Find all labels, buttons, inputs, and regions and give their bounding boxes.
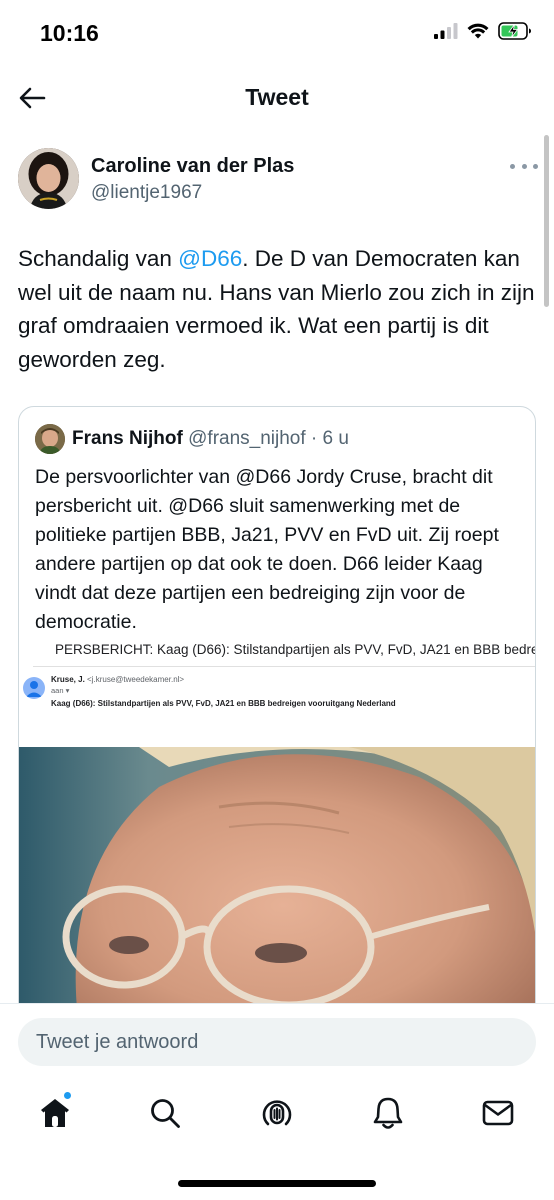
- quoted-tweet[interactable]: Frans Nijhof @frans_nijhof · 6 u De pers…: [18, 406, 536, 1026]
- quoted-time: 6 u: [322, 428, 349, 449]
- scrollbar[interactable]: [544, 135, 549, 307]
- notification-dot: [63, 1091, 72, 1100]
- author-name[interactable]: Caroline van der Plas: [91, 155, 294, 178]
- nav-header: Tweet: [0, 70, 554, 128]
- tab-messages[interactable]: [476, 1091, 520, 1135]
- home-icon: [41, 1099, 69, 1127]
- wifi-icon: [467, 23, 489, 39]
- tweet-text: Schandalig van @D66. De D van Democraten…: [18, 246, 535, 372]
- notifications-icon: [373, 1097, 403, 1129]
- status-bar: 10:16: [0, 0, 554, 70]
- battery-charging-icon: [498, 22, 531, 40]
- divider: [33, 666, 535, 667]
- messages-icon: [482, 1100, 514, 1126]
- home-indicator[interactable]: [178, 1180, 376, 1187]
- press-release-subject: Kaag (D66): Stilstandpartijen als PVV, F…: [51, 699, 396, 708]
- page-title: Tweet: [245, 84, 309, 110]
- author-avatar[interactable]: [18, 148, 79, 209]
- spaces-icon: [262, 1100, 292, 1126]
- tab-notifications[interactable]: [366, 1091, 410, 1135]
- author-handle[interactable]: @lientje1967: [91, 182, 202, 204]
- sender-avatar-icon: [23, 677, 45, 699]
- tab-search[interactable]: [143, 1091, 187, 1135]
- reply-input[interactable]: Tweet je antwoord: [18, 1018, 536, 1066]
- mention-link[interactable]: @D66: [178, 246, 242, 271]
- reply-bar: Tweet je antwoord: [0, 1003, 554, 1083]
- press-release-screenshot: PERSBERICHT: Kaag (D66): Stilstandpartij…: [19, 629, 536, 747]
- tab-bar: [0, 1083, 554, 1153]
- quoted-text: De persvoorlichter van @D66 Jordy Cruse,…: [35, 466, 499, 633]
- status-time: 10:16: [40, 20, 99, 46]
- quoted-header: Frans Nijhof @frans_nijhof · 6 u: [72, 428, 349, 449]
- quoted-author-handle: @frans_nijhof: [188, 428, 306, 449]
- cellular-signal-icon: [434, 23, 458, 39]
- portrait-photo: [19, 747, 535, 1025]
- tab-home[interactable]: [33, 1091, 77, 1135]
- more-options-button[interactable]: [510, 158, 538, 174]
- search-icon: [151, 1099, 180, 1128]
- quoted-media[interactable]: PERSBERICHT: Kaag (D66): Stilstandpartij…: [19, 629, 536, 1025]
- press-release-sender: Kruse, J. <j.kruse@tweedekamer.nl>: [51, 675, 185, 684]
- press-release-title: PERSBERICHT: Kaag (D66): Stilstandpartij…: [55, 642, 536, 657]
- status-icons: [434, 22, 532, 40]
- quoted-author-name: Frans Nijhof: [72, 428, 183, 449]
- tab-spaces[interactable]: [255, 1091, 299, 1135]
- press-release-recipient: aan ▾: [51, 686, 70, 695]
- quoted-author-avatar: [35, 424, 65, 454]
- more-dots-icon: [510, 163, 515, 169]
